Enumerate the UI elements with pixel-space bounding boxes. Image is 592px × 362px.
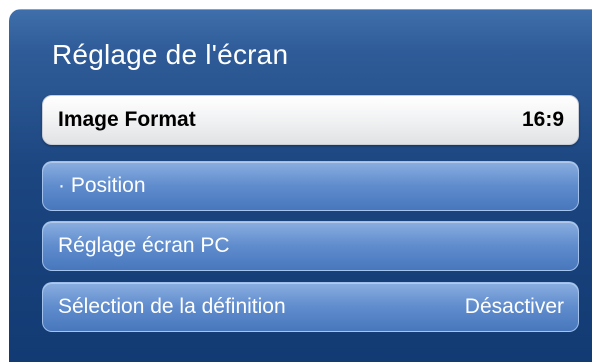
menu-item-position[interactable]: · Position: [42, 161, 579, 211]
menu-item-value: 16:9: [521, 108, 564, 131]
menu-item-label: Sélection de la définition: [58, 295, 286, 318]
menu-item-value: Désactiver: [464, 295, 564, 318]
menu-item-label: Image Format: [58, 108, 196, 131]
menu-item-resolution-selection[interactable]: Sélection de la définition Désactiver: [42, 282, 579, 332]
menu-item-image-format[interactable]: Image Format 16:9: [42, 95, 579, 145]
menu-item-label: · Position: [58, 174, 146, 197]
menu-item-pc-screen-adjust[interactable]: Réglage écran PC: [42, 221, 579, 271]
screen-settings-panel: Réglage de l'écran Image Format 16:9 · P…: [9, 9, 592, 362]
panel-title: Réglage de l'écran: [52, 39, 289, 70]
menu-item-label: Réglage écran PC: [58, 234, 230, 257]
